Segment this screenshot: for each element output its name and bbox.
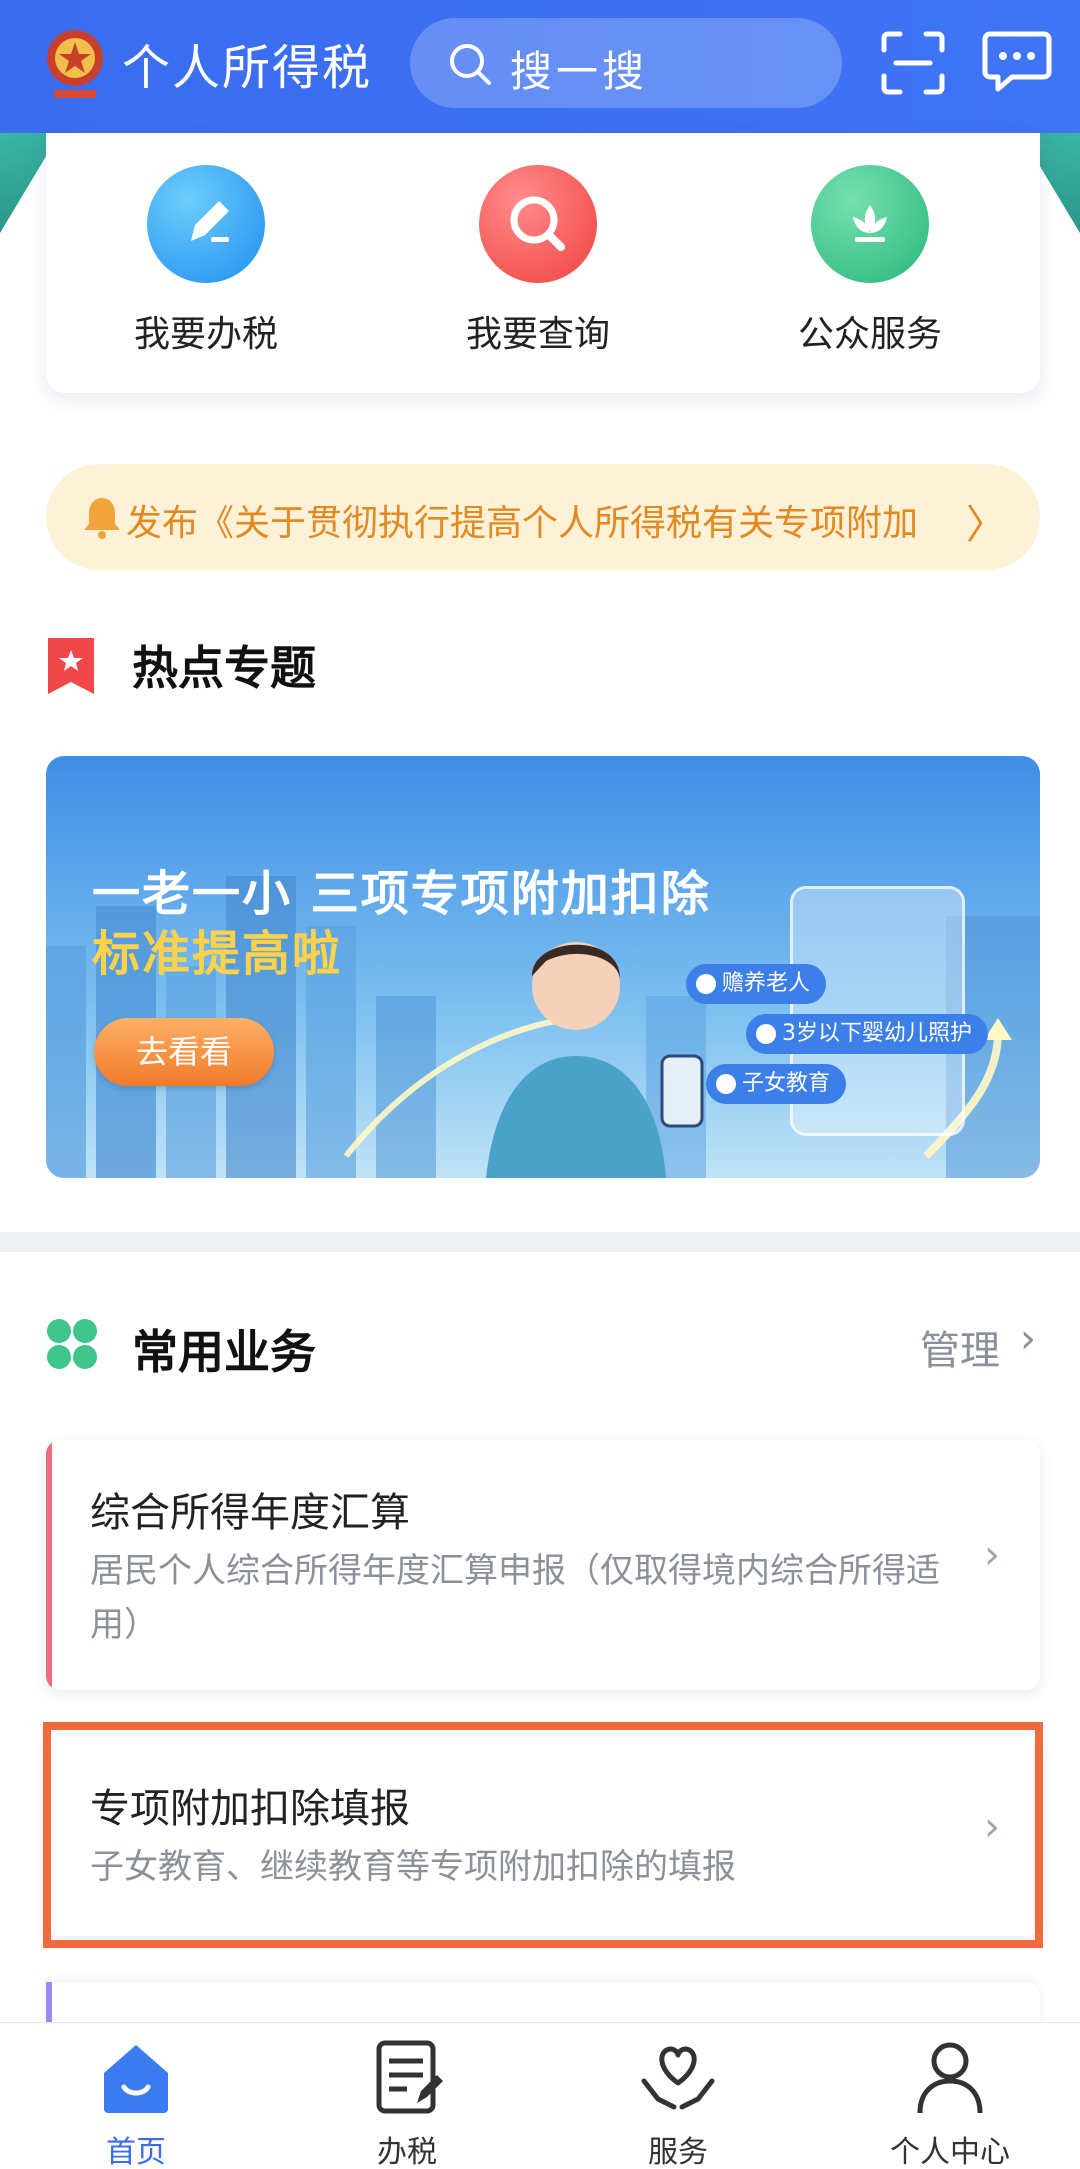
quick-action-label: 我要办税 (133, 314, 278, 355)
scan-icon[interactable] (880, 30, 946, 96)
service-description: 居民个人综合所得年度汇算申报（仅取得境内综合所得适用） (90, 1551, 940, 1645)
chevron-right-icon: 〉 (966, 502, 1006, 548)
message-icon[interactable] (982, 30, 1052, 94)
quick-actions-card: 我要办税 我要查询 公众服务 (46, 133, 1040, 393)
user-icon (917, 2042, 983, 2114)
banner-tag: 赡养老人 (686, 964, 827, 1004)
app-header: 个人所得税 搜一搜 (0, 0, 1080, 133)
quick-action-label: 公众服务 (797, 314, 942, 355)
notice-bar[interactable]: 发布《关于贯彻执行提高个人所得税有关专项附加 〉 (46, 464, 1040, 570)
search-input[interactable]: 搜一搜 (410, 18, 842, 108)
tab-profile[interactable]: 个人中心 (850, 2037, 1050, 2169)
section-divider (0, 1232, 1080, 1252)
tab-label: 服务 (648, 2135, 708, 2169)
promo-banner[interactable]: 一老一小 三项专项附加扣除 标准提高啦 去看看 赡养老人 3岁以下婴幼儿照护 子… (46, 756, 1040, 1178)
apps-grid-icon (47, 1319, 97, 1369)
flower-icon (811, 165, 929, 283)
app-title: 个人所得税 (122, 40, 373, 96)
tab-home[interactable]: 首页 (36, 2037, 236, 2169)
quick-action-tax[interactable]: 我要办税 (96, 165, 316, 357)
chevron-right-icon: › (984, 1532, 1000, 1578)
document-edit-icon (376, 2040, 443, 2114)
tab-tax[interactable]: 办税 (307, 2037, 507, 2169)
banner-subtitle: 标准提高啦 (92, 926, 343, 982)
chevron-right-icon: › (1020, 1316, 1036, 1362)
edit-icon (147, 165, 265, 283)
search-icon (450, 44, 491, 85)
quick-action-query[interactable]: 我要查询 (428, 165, 648, 357)
banner-tag: 子女教育 (706, 1064, 847, 1104)
bell-icon (84, 498, 120, 539)
quick-action-label: 我要查询 (465, 314, 610, 355)
service-title: 综合所得年度汇算 (90, 1490, 410, 1536)
tab-label: 首页 (106, 2135, 166, 2169)
tab-label: 个人中心 (890, 2135, 1010, 2169)
heart-hands-icon (641, 2046, 715, 2110)
service-card-annual-settlement[interactable]: 综合所得年度汇算 居民个人综合所得年度汇算申报（仅取得境内综合所得适用） › (46, 1440, 1040, 1690)
quick-action-public[interactable]: 公众服务 (760, 165, 980, 357)
bottom-tab-bar: 首页 办税 服务 个人中心 (0, 2022, 1080, 2169)
section-title-common-services: 常用业务 (132, 1325, 316, 1379)
search-placeholder: 搜一搜 (510, 47, 649, 96)
tax-emblem-icon (47, 30, 103, 98)
highlight-box (43, 1722, 1043, 1948)
bookmark-star-icon (48, 638, 94, 694)
notice-text: 发布《关于贯彻执行提高个人所得税有关专项附加 (126, 503, 919, 544)
section-title-hot-topics: 热点专题 (132, 641, 316, 695)
banner-go-button[interactable]: 去看看 (94, 1018, 274, 1086)
manage-link[interactable]: 管理 (920, 1318, 1000, 1376)
banner-tag: 3岁以下婴幼儿照护 (746, 1014, 988, 1054)
home-icon (104, 2045, 168, 2113)
card-accent-bar (46, 1440, 52, 1690)
tab-service[interactable]: 服务 (578, 2037, 778, 2169)
tab-label: 办税 (377, 2135, 437, 2169)
search-icon (479, 165, 597, 283)
